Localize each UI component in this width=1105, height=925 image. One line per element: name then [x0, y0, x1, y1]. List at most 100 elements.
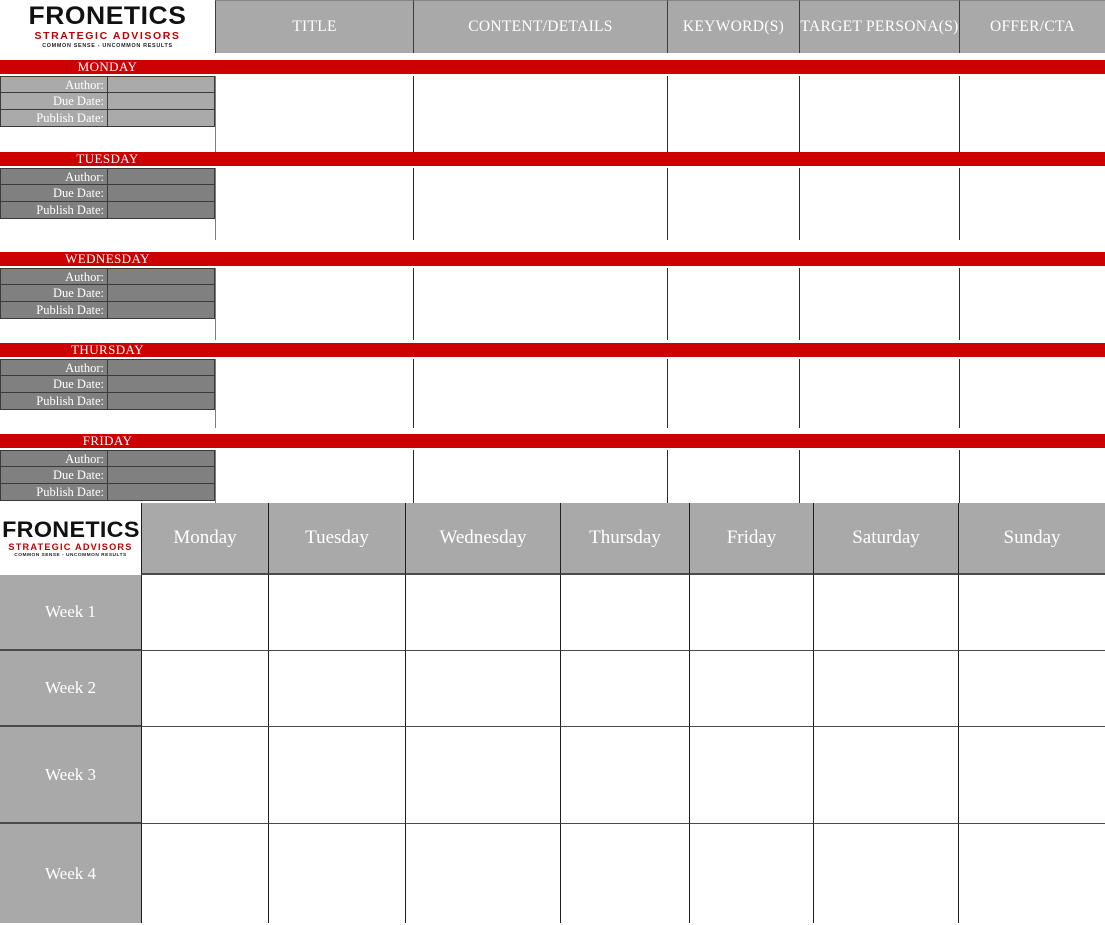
meta-value-publish-date[interactable] [108, 202, 215, 218]
entry-cell-offer-cta[interactable] [959, 359, 1105, 428]
entry-cells-monday [215, 76, 1105, 155]
calendar-cell-w4-friday[interactable] [689, 824, 813, 923]
meta-row-due-date: Due Date: [0, 185, 215, 202]
entry-cell-target-personas[interactable] [799, 450, 959, 503]
entry-cell-offer-cta[interactable] [959, 168, 1105, 240]
calendar-cell-w1-tuesday[interactable] [268, 575, 405, 651]
calendar-cell-w3-tuesday[interactable] [268, 727, 405, 824]
day-label-wednesday: WEDNESDAY [65, 251, 150, 266]
meta-rows-wednesday: Author: Due Date: Publish Date: [0, 268, 215, 319]
meta-value-due-date[interactable] [108, 376, 215, 392]
calendar-cell-w2-friday[interactable] [689, 651, 813, 727]
calendar-cell-w3-friday[interactable] [689, 727, 813, 824]
calendar-cell-w3-monday[interactable] [141, 727, 268, 824]
calendar-cell-w4-saturday[interactable] [813, 824, 958, 923]
meta-value-due-date[interactable] [108, 185, 215, 201]
meta-value-author[interactable] [108, 269, 215, 284]
calendar-cell-w4-thursday[interactable] [560, 824, 689, 923]
entry-cell-keywords[interactable] [667, 168, 799, 240]
meta-row-due-date: Due Date: [0, 93, 215, 110]
entry-cell-title[interactable] [215, 76, 413, 155]
calendar-cell-w4-monday[interactable] [141, 824, 268, 923]
entry-cell-keywords[interactable] [667, 450, 799, 503]
day-label-friday: FRIDAY [82, 433, 133, 448]
entry-cell-keywords[interactable] [667, 76, 799, 155]
meta-value-author[interactable] [108, 360, 215, 375]
meta-row-author: Author: [0, 450, 215, 467]
calendar-cell-w3-thursday[interactable] [560, 727, 689, 824]
calendar-cell-w3-wednesday[interactable] [405, 727, 560, 824]
day-block-thursday: THURSDAY Author: Due Date: Publish Date: [0, 343, 1105, 428]
day-banner-monday: MONDAY [0, 60, 1105, 74]
entry-cell-keywords[interactable] [667, 359, 799, 428]
calendar-column-friday: Friday [689, 503, 813, 575]
calendar-cell-w1-friday[interactable] [689, 575, 813, 651]
meta-label-due-date: Due Date: [0, 376, 108, 392]
entry-cell-target-personas[interactable] [799, 76, 959, 155]
brand-subtitle: STRATEGIC ADVISORS [8, 542, 133, 552]
meta-label-author: Author: [0, 451, 108, 466]
meta-value-due-date[interactable] [108, 467, 215, 483]
meta-row-author: Author: [0, 268, 215, 285]
meta-row-publish-date: Publish Date: [0, 484, 215, 501]
entry-cell-title[interactable] [215, 268, 413, 340]
entry-cell-title[interactable] [215, 359, 413, 428]
meta-value-publish-date[interactable] [108, 484, 215, 500]
calendar-cell-w2-tuesday[interactable] [268, 651, 405, 727]
meta-label-author: Author: [0, 360, 108, 375]
entry-cell-title[interactable] [215, 450, 413, 503]
entry-cell-content-details[interactable] [413, 450, 667, 503]
entry-cell-offer-cta[interactable] [959, 450, 1105, 503]
entry-cell-offer-cta[interactable] [959, 268, 1105, 340]
meta-value-author[interactable] [108, 451, 215, 466]
column-header-offer-cta: OFFER/CTA [959, 0, 1105, 53]
entry-cell-content-details[interactable] [413, 359, 667, 428]
calendar-cell-w2-sunday[interactable] [958, 651, 1105, 727]
meta-label-publish-date: Publish Date: [0, 484, 108, 500]
calendar-cell-w2-saturday[interactable] [813, 651, 958, 727]
calendar-cell-w2-monday[interactable] [141, 651, 268, 727]
entry-cells-tuesday [215, 168, 1105, 240]
calendar-cell-w1-wednesday[interactable] [405, 575, 560, 651]
meta-value-author[interactable] [108, 77, 215, 92]
entry-cell-target-personas[interactable] [799, 168, 959, 240]
calendar-cell-w2-thursday[interactable] [560, 651, 689, 727]
meta-row-due-date: Due Date: [0, 285, 215, 302]
entry-cell-content-details[interactable] [413, 168, 667, 240]
entry-cell-content-details[interactable] [413, 76, 667, 155]
meta-value-publish-date[interactable] [108, 393, 215, 409]
entry-cell-target-personas[interactable] [799, 268, 959, 340]
meta-value-due-date[interactable] [108, 285, 215, 301]
entry-cell-offer-cta[interactable] [959, 76, 1105, 155]
meta-rows-friday: Author: Due Date: Publish Date: [0, 450, 215, 501]
meta-value-publish-date[interactable] [108, 302, 215, 318]
meta-value-publish-date[interactable] [108, 110, 215, 126]
calendar-cell-w4-sunday[interactable] [958, 824, 1105, 923]
meta-value-author[interactable] [108, 169, 215, 184]
day-banner-thursday: THURSDAY [0, 343, 1105, 357]
entry-cell-target-personas[interactable] [799, 359, 959, 428]
entry-cell-keywords[interactable] [667, 268, 799, 340]
meta-label-publish-date: Publish Date: [0, 110, 108, 126]
meta-row-publish-date: Publish Date: [0, 393, 215, 410]
meta-value-due-date[interactable] [108, 93, 215, 109]
calendar-cell-w1-monday[interactable] [141, 575, 268, 651]
calendar-cell-w2-wednesday[interactable] [405, 651, 560, 727]
entry-cell-content-details[interactable] [413, 268, 667, 340]
calendar-cell-w1-sunday[interactable] [958, 575, 1105, 651]
column-header-keywords: KEYWORD(S) [667, 0, 799, 53]
calendar-cell-w3-saturday[interactable] [813, 727, 958, 824]
editorial-calendar-table: FRONETICS STRATEGIC ADVISORS COMMON SENS… [0, 0, 1105, 503]
calendar-cell-w3-sunday[interactable] [958, 727, 1105, 824]
meta-row-author: Author: [0, 168, 215, 185]
calendar-cell-w1-thursday[interactable] [560, 575, 689, 651]
calendar-cell-w1-saturday[interactable] [813, 575, 958, 651]
calendar-cell-w4-wednesday[interactable] [405, 824, 560, 923]
meta-label-due-date: Due Date: [0, 185, 108, 201]
calendar-week-row: Week 2 [0, 651, 1105, 727]
calendar-week-row: Week 4 [0, 824, 1105, 923]
meta-label-due-date: Due Date: [0, 93, 108, 109]
calendar-cell-w4-tuesday[interactable] [268, 824, 405, 923]
meta-row-publish-date: Publish Date: [0, 302, 215, 319]
entry-cell-title[interactable] [215, 168, 413, 240]
